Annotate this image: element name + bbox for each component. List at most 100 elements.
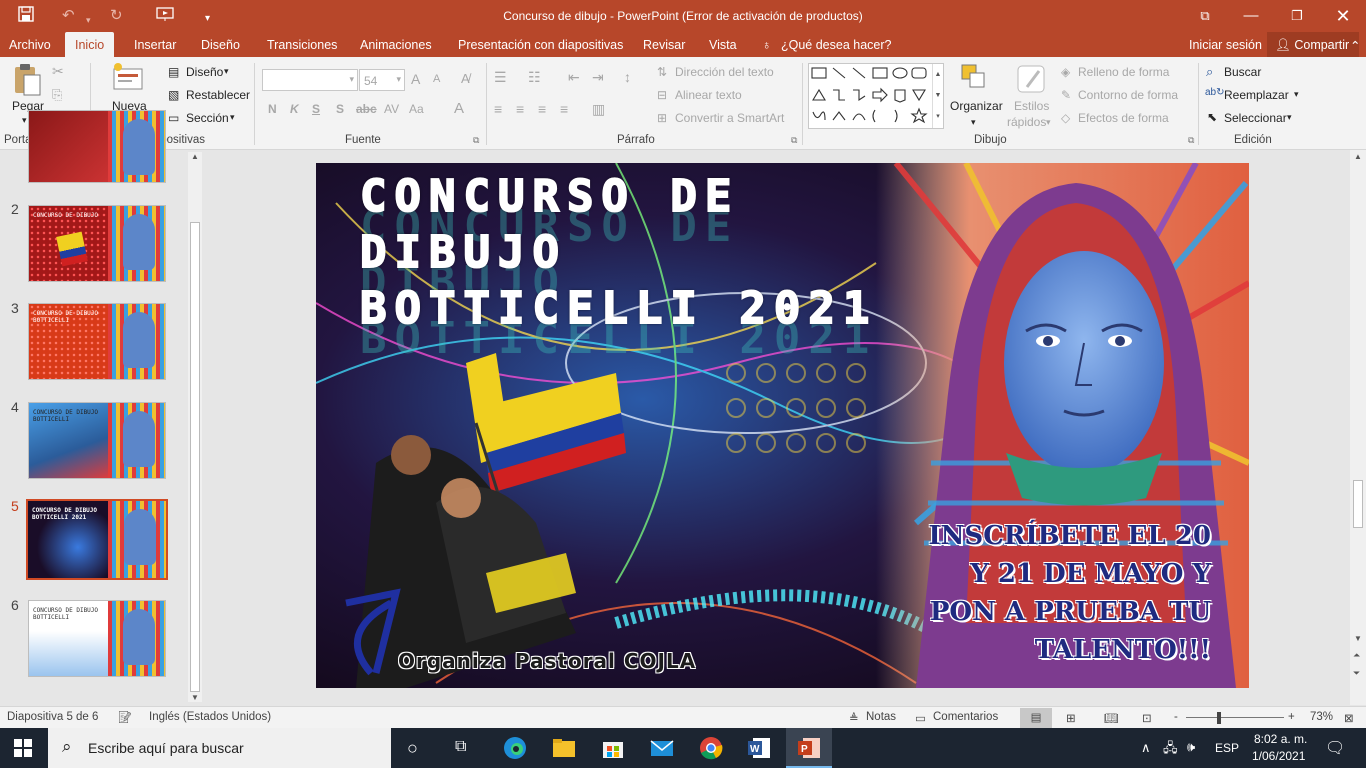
- bullets-icon[interactable]: ☰: [494, 69, 507, 86]
- next-slide-icon[interactable]: ⏷: [1353, 668, 1360, 679]
- notes-button[interactable]: Notas: [866, 711, 896, 723]
- decrease-indent-icon[interactable]: ⇤: [568, 69, 580, 86]
- arrange-dropdown-icon[interactable]: ▾: [971, 117, 976, 128]
- underline-button[interactable]: S: [312, 102, 320, 116]
- tell-me-input[interactable]: ¿Qué desea hacer?: [781, 38, 892, 52]
- grow-font-icon[interactable]: A: [411, 71, 420, 87]
- select-dropdown-icon[interactable]: ▾: [1287, 112, 1292, 123]
- paste-dropdown-icon[interactable]: ▾: [22, 115, 27, 126]
- replace-dropdown-icon[interactable]: ▾: [1294, 89, 1299, 100]
- scroll-up-icon[interactable]: ▲: [1354, 152, 1362, 161]
- close-icon[interactable]: ✕: [1320, 4, 1366, 28]
- microsoft-store-icon[interactable]: [601, 736, 625, 760]
- find-button[interactable]: Buscar: [1224, 65, 1261, 79]
- columns-icon[interactable]: ▥: [592, 101, 605, 118]
- shape-fill-button[interactable]: Relleno de forma: [1078, 65, 1169, 79]
- input-language[interactable]: ESP: [1215, 741, 1239, 755]
- mail-icon[interactable]: [650, 736, 674, 760]
- font-name-dropdown-icon[interactable]: ▾: [349, 74, 354, 85]
- taskbar-search-box[interactable]: ⌕ Escribe aquí para buscar: [48, 728, 391, 768]
- increase-indent-icon[interactable]: ⇥: [592, 69, 604, 86]
- cut-icon[interactable]: ✂: [52, 63, 64, 80]
- slide-scrollbar[interactable]: ▲ ▼ ⏶ ⏷: [1350, 150, 1366, 705]
- align-text-button[interactable]: Alinear texto: [675, 88, 742, 102]
- strikethrough-icon[interactable]: abc: [356, 102, 377, 116]
- section-button[interactable]: Sección: [186, 111, 229, 125]
- zoom-level[interactable]: 73%: [1310, 711, 1333, 723]
- organizer-text[interactable]: Organiza Pastoral COJLA: [398, 649, 696, 673]
- tab-review[interactable]: Revisar: [643, 38, 685, 52]
- notifications-icon[interactable]: 🗨︎: [1325, 738, 1345, 758]
- shape-outline-button[interactable]: Contorno de forma: [1078, 88, 1178, 102]
- quick-styles-dropdown-icon[interactable]: ▾: [1046, 117, 1051, 128]
- ribbon-display-options-icon[interactable]: ⧉: [1182, 4, 1228, 28]
- scroll-down-icon[interactable]: ▼: [191, 693, 199, 702]
- scroll-up-icon[interactable]: ▲: [191, 152, 199, 161]
- thumbnail-slide-6[interactable]: CONCURSO DE DIBUJO BOTTICELLI: [28, 600, 166, 677]
- section-dropdown-icon[interactable]: ▾: [230, 112, 235, 123]
- drawing-launcher-icon[interactable]: ⧉: [1188, 135, 1194, 146]
- thumbnail-scrollbar[interactable]: ▲ ▼: [188, 152, 202, 702]
- current-slide[interactable]: CONCURSO DE DIBUJO BOTTICELLI 2021 INSCR…: [316, 163, 1249, 688]
- tab-file[interactable]: Archivo: [9, 38, 51, 52]
- bold-button[interactable]: N: [268, 102, 277, 116]
- ribbon-collapse-icon[interactable]: ⌃: [1350, 38, 1360, 53]
- normal-view-icon[interactable]: ▤: [1020, 708, 1052, 728]
- replace-button[interactable]: Reemplazar: [1224, 88, 1289, 102]
- shapes-scroll[interactable]: ▲ ▼ ▾: [932, 64, 943, 128]
- tab-home[interactable]: Inicio: [65, 32, 115, 57]
- tab-view[interactable]: Vista: [709, 38, 737, 52]
- quick-styles-icon[interactable]: [1015, 63, 1047, 95]
- clear-formatting-icon[interactable]: A̸: [461, 71, 470, 86]
- convert-smartart-button[interactable]: Convertir a SmartArt: [675, 111, 784, 125]
- slideshow-view-icon[interactable]: ⊡: [1142, 711, 1152, 725]
- select-button[interactable]: Seleccionar: [1224, 111, 1287, 125]
- align-left-icon[interactable]: ≡: [494, 101, 502, 117]
- tab-design[interactable]: Diseño: [201, 38, 240, 52]
- slide-sorter-icon[interactable]: ⊞: [1066, 711, 1076, 725]
- network-icon[interactable]: 🖧︎: [1163, 739, 1178, 761]
- justify-icon[interactable]: ≡: [560, 101, 568, 117]
- powerpoint-taskbar-button[interactable]: P: [786, 728, 832, 768]
- scroll-down-icon[interactable]: ▼: [1354, 634, 1362, 643]
- tab-animations[interactable]: Animaciones: [360, 38, 432, 52]
- text-direction-button[interactable]: Dirección del texto: [675, 65, 774, 79]
- thumbnail-slide-1[interactable]: [28, 110, 166, 183]
- numbering-icon[interactable]: ☷: [528, 69, 541, 86]
- align-right-icon[interactable]: ≡: [538, 101, 546, 117]
- clock-time[interactable]: 8:02 a. m.: [1254, 732, 1307, 746]
- language-indicator[interactable]: Inglés (Estados Unidos): [149, 711, 271, 723]
- font-name-input[interactable]: ▾: [262, 69, 358, 91]
- paragraph-launcher-icon[interactable]: ⧉: [791, 135, 797, 146]
- volume-icon[interactable]: 🕪︎: [1187, 739, 1195, 755]
- font-size-input[interactable]: 54 ▾: [359, 69, 405, 91]
- layout-dropdown-icon[interactable]: ▾: [224, 66, 229, 77]
- zoom-out-button[interactable]: -: [1174, 711, 1178, 723]
- show-hidden-icons[interactable]: ∧: [1141, 740, 1151, 756]
- copy-icon[interactable]: ⎘: [52, 87, 62, 103]
- share-button[interactable]: 👤︎ Compartir: [1267, 32, 1360, 57]
- tab-insert[interactable]: Insertar: [134, 38, 176, 52]
- line-spacing-icon[interactable]: ↕: [624, 69, 631, 85]
- windows-start-icon[interactable]: [14, 739, 32, 757]
- thumbnail-slide-2[interactable]: CONCURSO DE DIBUJO: [28, 205, 166, 282]
- quick-styles-label-2[interactable]: rápidos: [1007, 115, 1046, 129]
- thumbnail-slide-3[interactable]: CONCURSO DE DIBUJO BOTTICELLI: [28, 303, 166, 380]
- shape-effects-button[interactable]: Efectos de forma: [1078, 111, 1169, 125]
- reading-view-icon[interactable]: 📖︎: [1104, 711, 1119, 725]
- reset-button[interactable]: Restablecer: [186, 88, 250, 102]
- font-size-dropdown-icon[interactable]: ▾: [396, 74, 401, 85]
- slide-scroll-thumb[interactable]: [1353, 480, 1363, 528]
- arrange-button[interactable]: Organizar: [950, 99, 1003, 113]
- arrange-icon[interactable]: [960, 63, 990, 95]
- chrome-icon[interactable]: [699, 736, 723, 760]
- edge-icon[interactable]: [503, 736, 527, 760]
- zoom-slider[interactable]: [1186, 717, 1284, 718]
- italic-button[interactable]: K: [290, 102, 299, 116]
- word-icon[interactable]: W: [747, 736, 771, 760]
- task-view-icon[interactable]: ⧉: [455, 738, 466, 756]
- clock-date[interactable]: 1/06/2021: [1252, 749, 1305, 763]
- char-spacing-icon[interactable]: AV: [384, 102, 399, 116]
- quick-styles-label-1[interactable]: Estilos: [1014, 99, 1049, 113]
- layout-button[interactable]: Diseño: [186, 65, 223, 79]
